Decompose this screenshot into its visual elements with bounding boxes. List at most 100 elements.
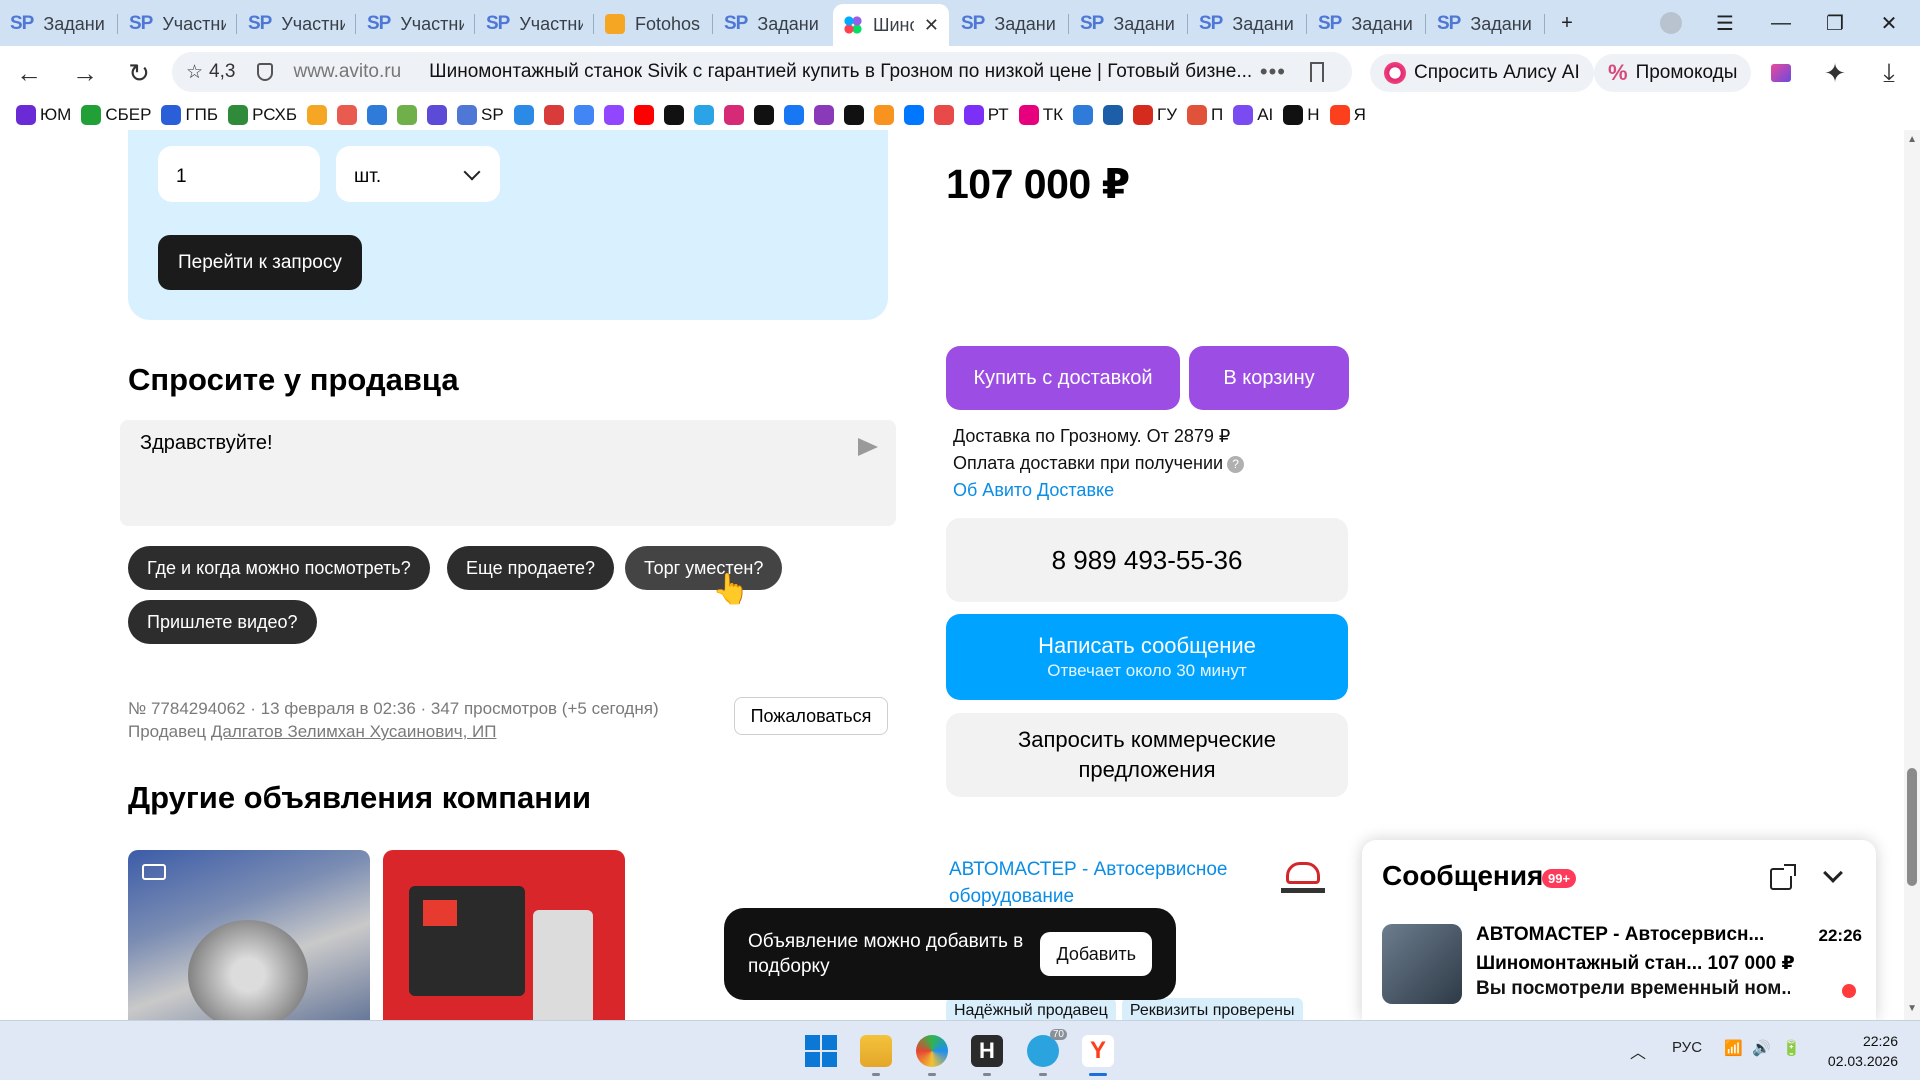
quick-question-bargain[interactable]: Торг уместен? — [625, 546, 783, 590]
scroll-up-icon[interactable]: ▲ — [1907, 134, 1917, 145]
yandex-browser-icon[interactable]: Y — [1082, 1035, 1114, 1067]
site-rating[interactable]: ☆ 4,3 — [186, 61, 235, 84]
buy-with-delivery-button[interactable]: Купить с доставкой — [946, 346, 1180, 410]
unit-select[interactable]: шт. — [336, 146, 500, 202]
listing-thumbnail[interactable] — [128, 850, 370, 1020]
browser-tab[interactable]: SP Задани — [1427, 6, 1544, 42]
seller-link[interactable]: Далгатов Зелимхан Хусаинович, ИП — [211, 722, 497, 741]
back-icon[interactable]: ← — [12, 56, 46, 90]
add-to-collection-button[interactable]: Добавить — [1040, 932, 1152, 976]
bookmark-item[interactable] — [307, 105, 328, 125]
complain-button[interactable]: Пожаловаться — [734, 697, 888, 735]
bookmark-item[interactable] — [633, 105, 654, 125]
send-icon[interactable] — [858, 438, 878, 456]
bookmark-item[interactable] — [513, 105, 534, 125]
volume-icon[interactable]: 🔊 — [1752, 1039, 1771, 1057]
bookmark-item[interactable] — [933, 105, 954, 125]
browser-tab[interactable]: SP Участни — [119, 6, 236, 42]
bookmark-item[interactable] — [903, 105, 924, 125]
profile-icon[interactable] — [1656, 8, 1686, 38]
bookmark-item[interactable]: ЮМ — [16, 105, 71, 125]
collapse-chevron-icon[interactable] — [1823, 863, 1843, 883]
language-indicator[interactable]: РУС — [1672, 1039, 1702, 1056]
bookmark-item[interactable]: Я — [1329, 105, 1366, 125]
extensions-icon[interactable]: ✦ — [1818, 56, 1852, 90]
bookmark-item[interactable] — [813, 105, 834, 125]
bookmark-item[interactable]: Н — [1283, 105, 1320, 125]
ask-alice-button[interactable]: Спросить Алису AI — [1370, 54, 1594, 92]
bookmark-item[interactable] — [663, 105, 684, 125]
bookmark-item[interactable] — [693, 105, 714, 125]
bookmark-item[interactable]: РТ — [963, 105, 1009, 125]
bookmark-item[interactable] — [1072, 105, 1093, 125]
reload-icon[interactable]: ↻ — [122, 56, 156, 90]
bookmark-item[interactable] — [367, 105, 388, 125]
listing-thumbnail[interactable] — [383, 850, 625, 1020]
browser-tab[interactable]: SP Участни — [476, 6, 593, 42]
bookmark-item[interactable]: ГПБ — [161, 105, 218, 125]
shield-icon[interactable] — [257, 63, 274, 81]
bookmark-item[interactable] — [543, 105, 564, 125]
promo-codes-button[interactable]: % Промокоды — [1594, 54, 1752, 92]
scrollbar-thumb[interactable] — [1907, 768, 1917, 886]
telegram-icon[interactable]: 70 — [1027, 1029, 1067, 1067]
restore-icon[interactable]: ❐ — [1820, 8, 1850, 38]
bookmark-item[interactable] — [783, 105, 804, 125]
browser-tab[interactable]: SP Участни — [238, 6, 355, 42]
bookmark-item[interactable] — [843, 105, 864, 125]
clock[interactable]: 22:26 02.03.2026 — [1828, 1031, 1898, 1071]
battery-icon[interactable]: 🔋 — [1782, 1039, 1801, 1057]
bookmark-item[interactable]: П — [1187, 105, 1223, 125]
forward-icon[interactable]: → — [68, 56, 102, 90]
bookmark-item[interactable] — [873, 105, 894, 125]
image-icon[interactable] — [1764, 56, 1798, 90]
browser-tab[interactable]: Fotohos — [595, 6, 712, 42]
open-external-icon[interactable] — [1770, 864, 1796, 890]
new-tab-button[interactable]: + — [1552, 8, 1582, 38]
bookmark-item[interactable]: ТК — [1018, 105, 1063, 125]
bookmark-item[interactable] — [573, 105, 594, 125]
seller-logo[interactable] — [1278, 858, 1328, 900]
browser-tab[interactable]: Шино✕ — [833, 4, 949, 46]
quick-question-still-selling[interactable]: Еще продаете? — [447, 546, 614, 590]
quick-question-where-when[interactable]: Где и когда можно посмотреть? — [128, 546, 430, 590]
close-window-icon[interactable]: ✕ — [1874, 8, 1904, 38]
quick-question-video[interactable]: Пришлете видео? — [128, 600, 317, 644]
bookmark-item[interactable] — [603, 105, 624, 125]
more-icon[interactable]: ••• — [1260, 59, 1286, 85]
quantity-input[interactable]: 1 — [158, 146, 320, 202]
bookmark-item[interactable] — [1102, 105, 1123, 125]
bookmark-item[interactable]: AI — [1233, 105, 1273, 125]
seller-name-link[interactable]: АВТОМАСТЕР - Автосервисное оборудование — [949, 856, 1249, 910]
minimize-icon[interactable]: — — [1766, 8, 1796, 38]
scrollbar[interactable] — [1904, 130, 1920, 1020]
help-icon[interactable]: ? — [1227, 455, 1245, 473]
url-field[interactable]: ☆ 4,3 www.avito.ru Шиномонтажный станок S… — [172, 52, 1352, 92]
seller-message-input[interactable]: Здравствуйте! — [120, 420, 896, 526]
tray-chevron-icon[interactable]: ︿ — [1630, 1039, 1646, 1063]
write-message-button[interactable]: Написать сообщение Отвечает около 30 мин… — [946, 614, 1348, 700]
file-explorer-icon[interactable] — [860, 1035, 892, 1067]
close-tab-icon[interactable]: ✕ — [924, 15, 939, 36]
bookmark-item[interactable]: СБЕР — [81, 105, 151, 125]
bookmark-item[interactable] — [337, 105, 358, 125]
add-to-cart-button[interactable]: В корзину — [1189, 346, 1349, 410]
notion-icon[interactable]: H — [971, 1035, 1003, 1067]
browser-tab[interactable]: SP Задани — [1070, 6, 1187, 42]
menu-icon[interactable]: ☰ — [1710, 8, 1740, 38]
bookmark-item[interactable] — [723, 105, 744, 125]
bookmark-icon[interactable] — [1310, 62, 1324, 82]
bookmark-item[interactable] — [397, 105, 418, 125]
browser-tab[interactable]: SP Задани — [0, 6, 117, 42]
request-offers-button[interactable]: Запросить коммерческие предложения — [946, 713, 1348, 797]
browser-tab[interactable]: SP Задани — [1189, 6, 1306, 42]
bookmark-item[interactable]: SP — [457, 105, 504, 125]
bookmark-item[interactable]: РСХБ — [228, 105, 297, 125]
download-icon[interactable]: ⤓ — [1872, 56, 1906, 90]
browser-tab[interactable]: SP Задани — [951, 6, 1068, 42]
browser-tab[interactable]: SP Задани — [1308, 6, 1425, 42]
browser-tab[interactable]: SP Участни — [357, 6, 474, 42]
message-item[interactable]: АВТОМАСТЕР - Автосервисн... Шиномонтажны… — [1382, 924, 1862, 1004]
bookmark-item[interactable] — [753, 105, 774, 125]
bookmark-item[interactable] — [427, 105, 448, 125]
